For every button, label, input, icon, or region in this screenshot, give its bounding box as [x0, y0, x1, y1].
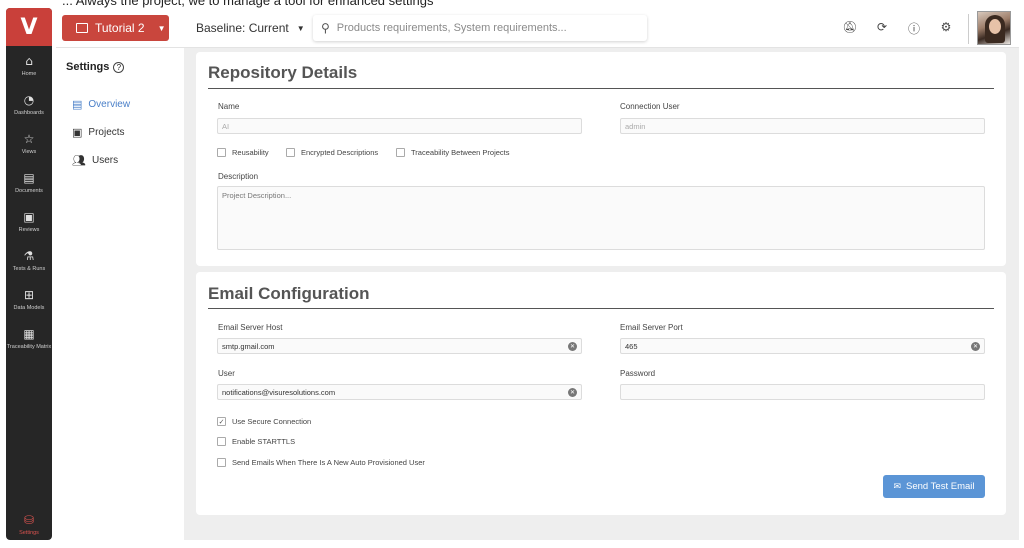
rail-item-tests[interactable]: ⚗ Tests & Runs	[6, 241, 52, 280]
description-textarea[interactable]: Project Description...	[217, 186, 985, 250]
icon-rail: V ⌂ Home ◔ Dashboards ☆ Views ▤ Document…	[6, 8, 52, 540]
app-logo[interactable]: V	[6, 8, 52, 46]
envelope-icon: ✉	[893, 481, 902, 492]
divider	[208, 88, 994, 89]
divider	[208, 308, 994, 309]
reviews-icon: ▣	[23, 209, 35, 224]
password-field[interactable]	[620, 384, 985, 400]
rail-label: Home	[21, 70, 37, 77]
check-icon: ✓	[217, 417, 226, 426]
views-icon: ☆	[23, 131, 35, 146]
nav-item-overview[interactable]: ▤ Overview	[72, 98, 130, 111]
baseline-selector[interactable]: Baseline: Current ▼	[196, 21, 305, 35]
avatar[interactable]	[977, 11, 1011, 45]
user-label: User	[218, 369, 235, 378]
starttls-checkbox[interactable]: Enable STARTTLS	[217, 437, 295, 446]
port-field[interactable]: 465 ✕	[620, 338, 985, 354]
project-selector[interactable]: Tutorial 2 ▼	[62, 15, 169, 41]
name-label: Name	[218, 102, 240, 111]
nav-label: Users	[91, 155, 119, 166]
clear-icon[interactable]: ✕	[971, 342, 980, 351]
rail-item-data-models[interactable]: ⊞ Data Models	[6, 280, 52, 319]
secure-connection-checkbox[interactable]: ✓ Use Secure Connection	[217, 417, 311, 426]
auto-provisioned-email-checkbox[interactable]: Send Emails When There Is A New Auto Pro…	[217, 458, 425, 467]
help-icon[interactable]: ⓘ	[906, 20, 922, 37]
section-title: Repository Details	[208, 63, 358, 82]
nav-label: Projects	[88, 127, 125, 138]
settings-title: Settings ?	[66, 61, 125, 73]
rail-item-settings[interactable]: ⛁ Settings	[6, 513, 52, 536]
traceability-icon: ▦	[23, 326, 35, 341]
caret-down-icon: ▼	[296, 23, 305, 33]
host-field[interactable]: smtp.gmail.com ✕	[217, 338, 582, 354]
rail-label: Settings	[19, 530, 39, 536]
clear-icon[interactable]: ✕	[568, 342, 577, 351]
projects-icon: ▣	[72, 126, 83, 139]
port-label: Email Server Port	[620, 323, 683, 332]
gear-icon[interactable]: ⚙	[938, 20, 954, 37]
folder-icon	[76, 23, 88, 33]
connection-user-field[interactable]: admin	[620, 118, 985, 134]
nav-label: Overview	[88, 99, 131, 110]
traceability-between-projects-checkbox[interactable]: Traceability Between Projects	[396, 148, 510, 157]
rail-label: Tests & Runs	[12, 265, 46, 272]
nav-item-users[interactable]: 👥︎ Users	[72, 154, 118, 167]
rail-item-traceability[interactable]: ▦ Traceability Matrix	[6, 319, 52, 358]
send-test-email-button[interactable]: ✉ Send Test Email	[883, 475, 985, 498]
dashboards-icon: ◔	[23, 92, 35, 107]
rail-item-documents[interactable]: ▤ Documents	[6, 163, 52, 202]
search-icon: ⚲	[321, 21, 330, 35]
rail-item-home[interactable]: ⌂ Home	[6, 46, 52, 85]
clipped-caption: ... Always the project, we to manage a t…	[62, 0, 434, 8]
description-label: Description	[218, 172, 259, 181]
encrypted-descriptions-checkbox[interactable]: Encrypted Descriptions	[286, 148, 378, 157]
divider	[968, 14, 969, 44]
baseline-label: Baseline: Current	[196, 21, 289, 35]
top-bar: Tutorial 2 ▼ Baseline: Current ▼ ⚲ 🔕︎ ⟳ …	[56, 8, 1019, 48]
connection-user-label: Connection User	[620, 102, 680, 111]
search-bar: ⚲	[313, 15, 647, 41]
user-field[interactable]: notifications@visuresolutions.com ✕	[217, 384, 582, 400]
tests-icon: ⚗	[23, 248, 35, 263]
settings-nav: Settings ? ▤ Overview ▣ Projects 👥︎ User…	[56, 48, 184, 540]
rail-label: Reviews	[18, 226, 40, 233]
reusability-checkbox[interactable]: Reusability	[217, 148, 269, 157]
rail-label: Documents	[15, 187, 43, 194]
rail-label: Views	[21, 148, 37, 155]
rail-item-reviews[interactable]: ▣ Reviews	[6, 202, 52, 241]
caret-down-icon: ▼	[157, 23, 166, 33]
password-label: Password	[620, 369, 656, 378]
users-icon: 👥︎	[72, 154, 86, 167]
sync-icon[interactable]: ⟳	[874, 20, 890, 37]
documents-icon: ▤	[23, 170, 35, 185]
search-input[interactable]	[336, 22, 637, 34]
notifications-off-icon[interactable]: 🔕︎	[842, 20, 858, 37]
checkbox-box	[396, 148, 405, 157]
name-field[interactable]: AI	[217, 118, 582, 134]
section-title: Email Configuration	[208, 284, 370, 303]
rail-label: Dashboards	[14, 109, 44, 116]
checkbox-box	[217, 458, 226, 467]
host-label: Email Server Host	[218, 323, 283, 332]
rail-label: Traceability Matrix	[6, 343, 52, 350]
help-icon[interactable]: ?	[113, 61, 125, 73]
checkbox-box	[217, 148, 226, 157]
checkbox-box	[217, 437, 226, 446]
data-models-icon: ⊞	[23, 287, 35, 302]
nav-item-projects[interactable]: ▣ Projects	[72, 126, 125, 139]
clear-icon[interactable]: ✕	[568, 388, 577, 397]
home-icon: ⌂	[25, 53, 33, 68]
rail-item-views[interactable]: ☆ Views	[6, 124, 52, 163]
rail-item-dashboards[interactable]: ◔ Dashboards	[6, 85, 52, 124]
database-icon: ⛁	[23, 513, 35, 527]
checkbox-box	[286, 148, 295, 157]
toolbar-icons: 🔕︎ ⟳ ⓘ ⚙	[842, 20, 954, 37]
overview-icon: ▤	[72, 98, 83, 111]
project-name: Tutorial 2	[95, 21, 145, 35]
rail-label: Data Models	[13, 304, 45, 311]
